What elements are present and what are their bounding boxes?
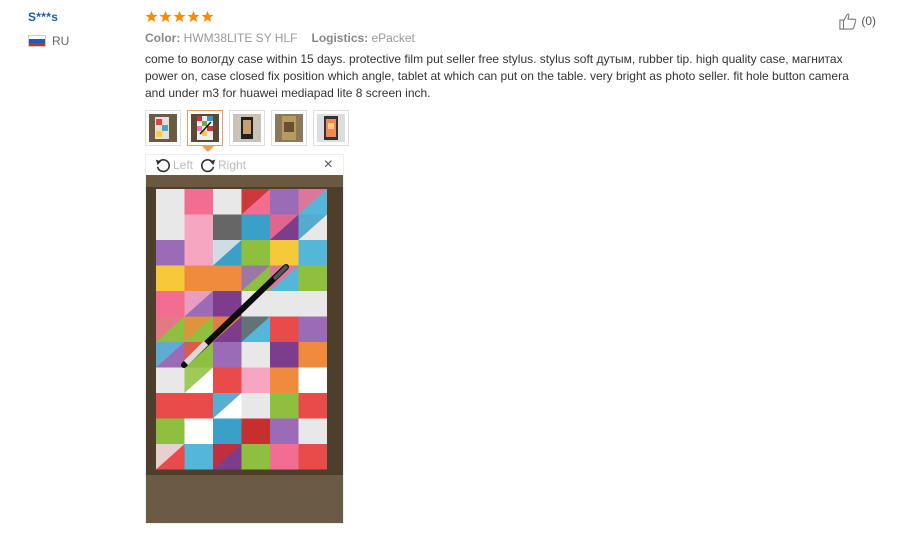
rotate-right-icon xyxy=(201,158,216,173)
viewer-toolbar: Left Right × xyxy=(146,155,343,175)
review-content: Color: HWM38LITE SY HLF Logistics: ePack… xyxy=(145,10,865,524)
color-value: HWM38LITE SY HLF xyxy=(183,31,298,45)
star-icon xyxy=(145,10,158,23)
rotate-right-label: Right xyxy=(218,158,247,172)
thumbnail-image xyxy=(233,114,261,142)
star-icon xyxy=(159,10,172,23)
thumbnail-image xyxy=(149,114,177,142)
review-text: come to вологду case within 15 days. pro… xyxy=(145,52,849,100)
thumbs-up-icon xyxy=(839,13,857,30)
logistics-value: ePacket xyxy=(371,31,415,45)
thumbnail-image xyxy=(191,114,219,142)
photo-thumbnail[interactable] xyxy=(271,110,307,146)
close-viewer-button[interactable]: × xyxy=(324,156,333,174)
review-item: S***s RU Color: HWM38LITE SY HLF Logisti… xyxy=(0,0,900,538)
order-info: Color: HWM38LITE SY HLF Logistics: ePack… xyxy=(145,31,865,45)
review-photo-image xyxy=(146,175,343,523)
photo-thumbnail[interactable] xyxy=(229,110,265,146)
helpful-count: (0) xyxy=(861,14,876,28)
star-icon xyxy=(187,10,200,23)
star-icon xyxy=(173,10,186,23)
photo-thumbnail[interactable] xyxy=(145,110,181,146)
helpful-button[interactable]: (0) xyxy=(838,12,876,30)
reviewer-country: RU xyxy=(28,34,128,48)
rotate-left-label: Left xyxy=(173,158,194,172)
country-code: RU xyxy=(52,34,70,48)
photo-thumbnail-active[interactable] xyxy=(187,110,223,152)
rotate-left-icon xyxy=(155,158,170,173)
photo-viewer: Left Right × xyxy=(145,154,344,524)
rotate-right-button[interactable]: Right xyxy=(199,156,246,174)
star-rating xyxy=(145,10,865,26)
photo-thumbnail[interactable] xyxy=(313,110,349,146)
russia-flag-icon xyxy=(28,35,46,47)
reviewer-name[interactable]: S***s xyxy=(28,10,128,24)
thumbnail-image xyxy=(317,114,345,142)
logistics-label: Logistics: xyxy=(311,31,369,45)
reviewer-info: S***s RU xyxy=(28,10,128,48)
rotate-left-button[interactable]: Left xyxy=(154,156,193,174)
thumbnail-image xyxy=(275,114,303,142)
photo-thumbnails xyxy=(145,110,865,152)
logistics-info: Logistics: ePacket xyxy=(311,31,414,45)
color-label: Color: xyxy=(145,31,181,45)
color-info: Color: HWM38LITE SY HLF xyxy=(145,31,297,45)
review-photo xyxy=(146,175,343,523)
star-icon xyxy=(201,10,214,23)
